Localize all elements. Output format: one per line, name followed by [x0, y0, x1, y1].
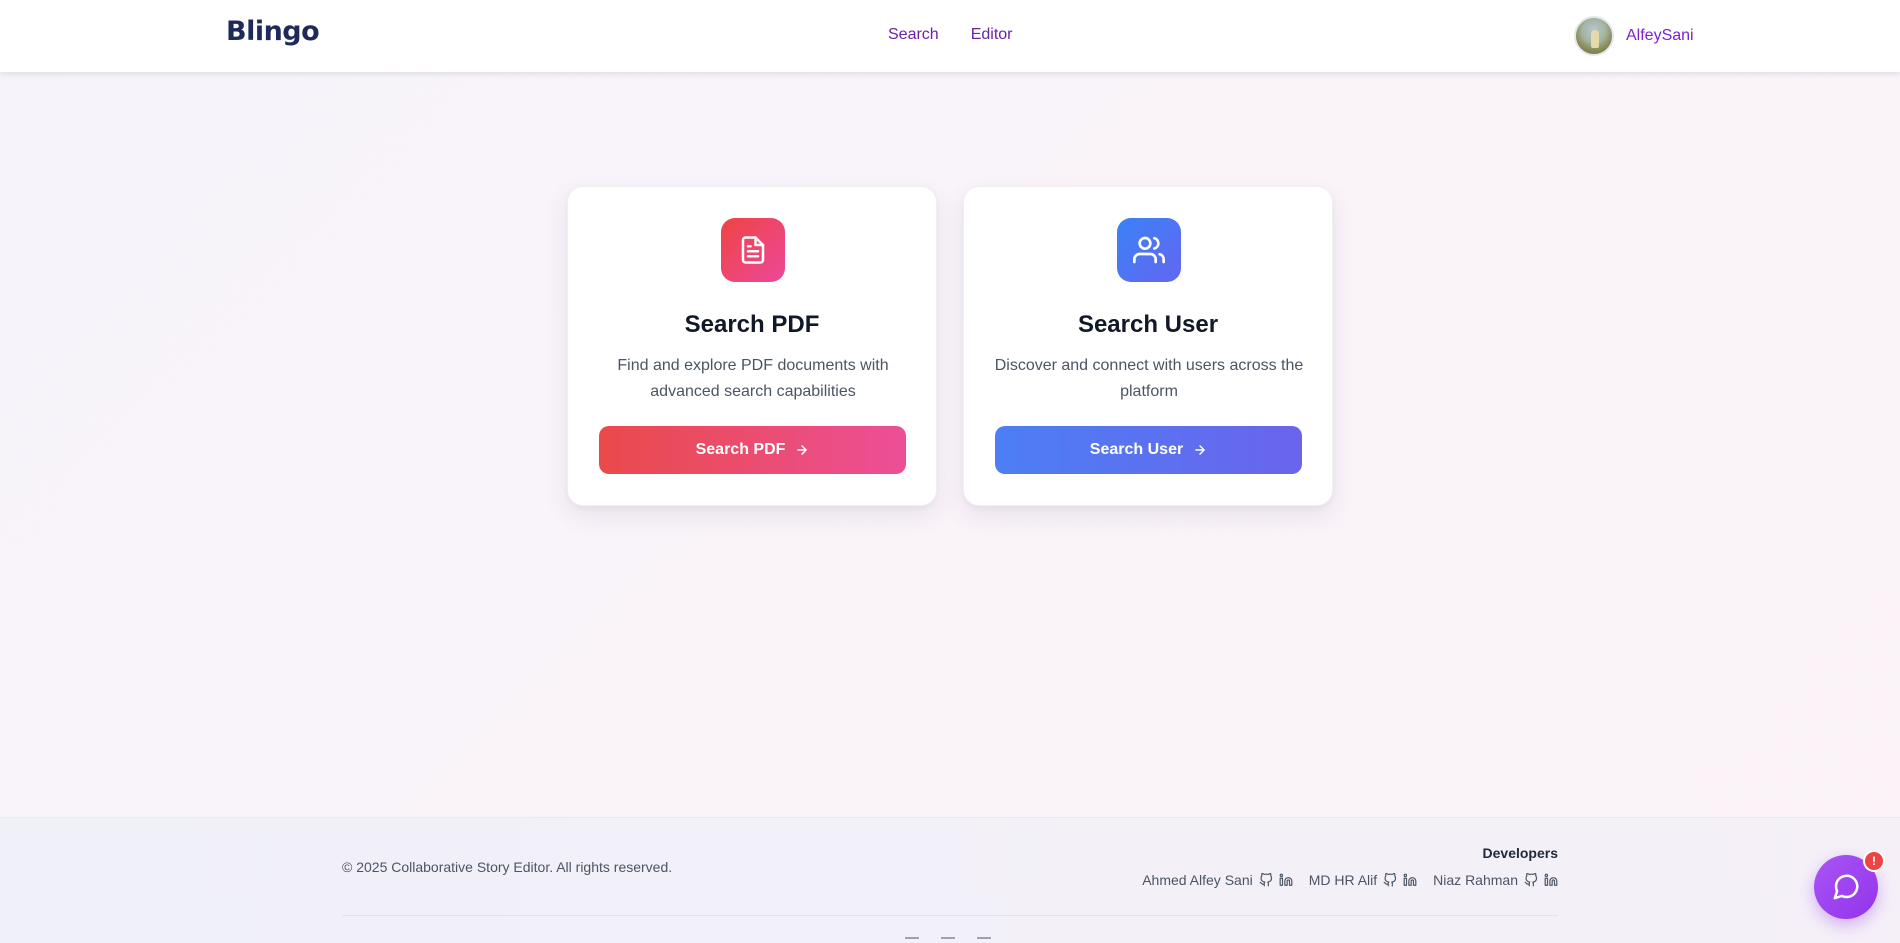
developers-heading: Developers	[1482, 845, 1558, 861]
brand-logo[interactable]: Blingo	[226, 16, 320, 47]
top-navbar: Blingo Search Editor AlfeySani	[0, 0, 1900, 72]
search-pdf-card: Search PDF Find and explore PDF document…	[567, 186, 937, 506]
github-icon[interactable]	[1259, 873, 1273, 887]
social-icon[interactable]	[905, 937, 919, 943]
nav-link-search[interactable]: Search	[888, 26, 939, 44]
button-label: Search User	[1089, 441, 1184, 458]
social-icon[interactable]	[977, 937, 991, 943]
linkedin-icon[interactable]	[1544, 873, 1558, 887]
button-label: Search PDF	[695, 441, 786, 458]
linkedin-icon[interactable]	[1403, 873, 1417, 887]
developer-name: Ahmed Alfey Sani	[1142, 872, 1253, 888]
developer-item: MD HR Alif	[1309, 872, 1417, 888]
github-icon[interactable]	[1383, 873, 1397, 887]
nav-link-editor[interactable]: Editor	[971, 26, 1013, 44]
developers-list: Ahmed Alfey Sani MD HR Alif Niaz Rahman	[1142, 872, 1558, 888]
developer-name: Niaz Rahman	[1433, 872, 1518, 888]
message-circle-icon	[1833, 874, 1859, 900]
main-nav: Search Editor	[888, 26, 1013, 44]
card-title: Search PDF	[684, 311, 820, 338]
developer-item: Ahmed Alfey Sani	[1142, 872, 1293, 888]
avatar[interactable]	[1574, 16, 1614, 56]
file-text-icon	[721, 218, 785, 282]
username-label[interactable]: AlfeySani	[1626, 27, 1694, 45]
linkedin-icon[interactable]	[1279, 873, 1293, 887]
arrow-right-icon	[797, 445, 808, 455]
developer-name: MD HR Alif	[1308, 872, 1378, 888]
card-title: Search User	[1077, 311, 1219, 338]
footer-divider	[342, 915, 1558, 916]
footer-social-row	[905, 937, 991, 943]
arrow-right-icon	[1195, 445, 1205, 455]
github-icon[interactable]	[1524, 873, 1538, 887]
card-description: Discover and connect with users across t…	[994, 357, 1304, 400]
search-pdf-button[interactable]: Search PDF	[599, 426, 906, 474]
card-description: Find and explore PDF documents with adva…	[617, 357, 889, 400]
footer: © 2025 Collaborative Story Editor. All r…	[0, 817, 1900, 943]
notification-badge: !	[1863, 850, 1885, 872]
user-menu[interactable]: AlfeySani	[1574, 16, 1694, 56]
search-user-card: Search User Discover and connect with us…	[963, 186, 1333, 506]
search-user-button[interactable]: Search User	[995, 426, 1302, 474]
copyright-text: © 2025 Collaborative Story Editor. All r…	[342, 859, 673, 875]
developer-item: Niaz Rahman	[1433, 872, 1558, 888]
users-icon	[1117, 218, 1181, 282]
social-icon[interactable]	[941, 937, 955, 943]
